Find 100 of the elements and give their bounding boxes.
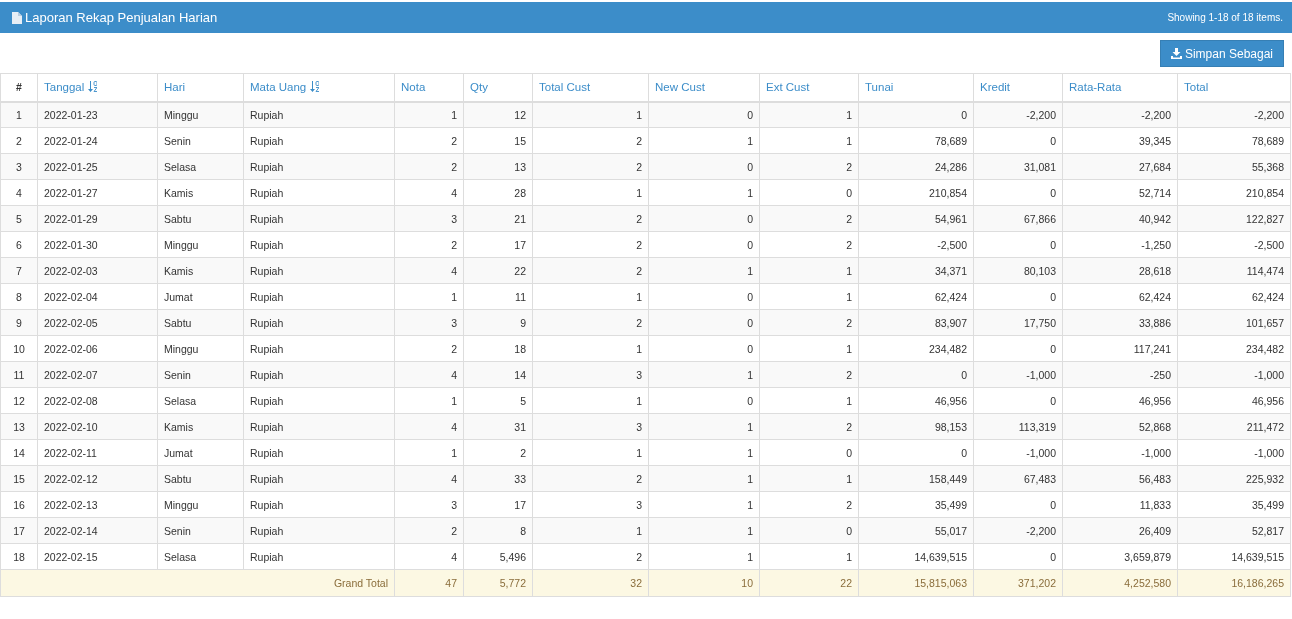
table-cell: Rupiah xyxy=(243,413,395,440)
total-cell: 32 xyxy=(532,569,649,597)
table-cell: 78,689 xyxy=(858,127,974,154)
column-header[interactable]: Ext Cust xyxy=(759,73,859,102)
table-cell: 15 xyxy=(0,465,38,492)
table-cell: 2 xyxy=(532,543,649,570)
table-cell: 12 xyxy=(0,387,38,414)
table-cell: 11 xyxy=(0,361,38,388)
table-cell: 0 xyxy=(973,387,1063,414)
table-cell: 2022-01-24 xyxy=(37,127,158,154)
table-cell: 210,854 xyxy=(858,179,974,206)
column-header[interactable]: Total xyxy=(1177,73,1291,102)
table-cell: 2022-01-27 xyxy=(37,179,158,206)
table-cell: 34,371 xyxy=(858,257,974,284)
table-cell: 0 xyxy=(648,205,760,232)
table-cell: 35,499 xyxy=(858,491,974,518)
column-header[interactable]: Nota xyxy=(394,73,464,102)
table-cell: Rupiah xyxy=(243,387,395,414)
column-header[interactable]: Kredit xyxy=(973,73,1063,102)
document-icon xyxy=(12,11,22,24)
table-cell: -250 xyxy=(1062,361,1178,388)
table-cell: 40,942 xyxy=(1062,205,1178,232)
column-header: # xyxy=(0,73,38,102)
column-header[interactable]: New Cust xyxy=(648,73,760,102)
table-cell: Senin xyxy=(157,127,244,154)
table-cell: 2 xyxy=(463,439,533,466)
table-cell: 1 xyxy=(759,127,859,154)
table-cell: 8 xyxy=(463,517,533,544)
table-cell: 46,956 xyxy=(1177,387,1291,414)
table-cell: -2,500 xyxy=(1177,231,1291,258)
table-cell: 1 xyxy=(648,179,760,206)
table-cell: 52,868 xyxy=(1062,413,1178,440)
table-cell: 1 xyxy=(648,465,760,492)
table-cell: 31,081 xyxy=(973,153,1063,180)
table-cell: Rupiah xyxy=(243,361,395,388)
table-cell: 9 xyxy=(463,309,533,336)
total-cell: 47 xyxy=(394,569,464,597)
table-cell: 1 xyxy=(759,543,859,570)
table-cell: 1 xyxy=(759,465,859,492)
table-cell: -1,000 xyxy=(973,361,1063,388)
total-cell: 371,202 xyxy=(973,569,1063,597)
table-cell: 2022-02-06 xyxy=(37,335,158,362)
table-cell: 1 xyxy=(394,387,464,414)
table-cell: 1 xyxy=(759,101,859,128)
table-cell: 1 xyxy=(532,283,649,310)
table-cell: 3 xyxy=(394,491,464,518)
table-cell: Kamis xyxy=(157,257,244,284)
column-header[interactable]: Mata Uang xyxy=(243,73,395,102)
column-header[interactable]: Tanggal xyxy=(37,73,158,102)
table-cell: 1 xyxy=(532,517,649,544)
table-cell: -2,200 xyxy=(973,101,1063,128)
table-cell: Rupiah xyxy=(243,439,395,466)
table-cell: 4 xyxy=(394,179,464,206)
table-cell: 1 xyxy=(648,543,760,570)
table-cell: -1,250 xyxy=(1062,231,1178,258)
grand-total-label: Grand Total xyxy=(0,569,395,597)
table-cell: 0 xyxy=(759,517,859,544)
table-cell: Rupiah xyxy=(243,257,395,284)
table-cell: 1 xyxy=(532,387,649,414)
table-cell: Kamis xyxy=(157,179,244,206)
table-cell: -1,000 xyxy=(1177,439,1291,466)
table-cell: 55,017 xyxy=(858,517,974,544)
table-cell: 1 xyxy=(648,127,760,154)
table-cell: 2022-02-12 xyxy=(37,465,158,492)
column-header[interactable]: Hari xyxy=(157,73,244,102)
table-cell: 1 xyxy=(648,413,760,440)
column-header[interactable]: Total Cust xyxy=(532,73,649,102)
table-cell: -2,200 xyxy=(1062,101,1178,128)
table-cell: Selasa xyxy=(157,387,244,414)
table-cell: 3 xyxy=(0,153,38,180)
table-cell: 0 xyxy=(973,231,1063,258)
table-cell: 10 xyxy=(0,335,38,362)
table-cell: Senin xyxy=(157,517,244,544)
table-cell: Rupiah xyxy=(243,491,395,518)
table-cell: 1 xyxy=(648,257,760,284)
table-cell: 1 xyxy=(532,179,649,206)
table-cell: 0 xyxy=(973,127,1063,154)
table-cell: Sabtu xyxy=(157,205,244,232)
table-cell: Minggu xyxy=(157,101,244,128)
table-cell: 11 xyxy=(463,283,533,310)
table-cell: 31 xyxy=(463,413,533,440)
table-cell: Rupiah xyxy=(243,335,395,362)
table-cell: 1 xyxy=(759,387,859,414)
table-cell: 67,483 xyxy=(973,465,1063,492)
column-header[interactable]: Qty xyxy=(463,73,533,102)
table-cell: -1,000 xyxy=(1062,439,1178,466)
table-cell: 2022-02-10 xyxy=(37,413,158,440)
table-cell: 54,961 xyxy=(858,205,974,232)
table-cell: 17 xyxy=(463,491,533,518)
table-cell: 14,639,515 xyxy=(1177,543,1291,570)
save-as-button[interactable]: Simpan Sebagai xyxy=(1159,40,1284,67)
table-cell: -2,200 xyxy=(1177,101,1291,128)
column-header[interactable]: Tunai xyxy=(858,73,974,102)
table-cell: 2 xyxy=(532,309,649,336)
column-header[interactable]: Rata-Rata xyxy=(1062,73,1178,102)
table-cell: 2 xyxy=(532,231,649,258)
table-cell: 4 xyxy=(394,413,464,440)
table-cell: 2 xyxy=(394,231,464,258)
table-cell: 5 xyxy=(463,387,533,414)
table-cell: 1 xyxy=(759,283,859,310)
